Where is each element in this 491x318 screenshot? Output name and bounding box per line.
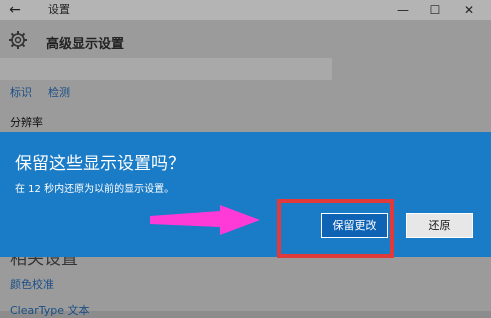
dialog-message: 在 12 秒内还原为以前的显示设置。 [15, 184, 175, 195]
identify-link[interactable]: 标识 [10, 84, 32, 100]
revert-button[interactable]: 还原 [406, 213, 473, 238]
settings-window: ← 设置 — ☐ ✕ 高级显示设置 标识 检测 分辨率 相关设置 颜色校准 Cl… [0, 0, 491, 317]
highlight-box [277, 199, 394, 258]
dialog-title: 保留这些显示设置吗？ [15, 154, 185, 174]
maximize-button[interactable]: ☐ [423, 0, 447, 20]
gear-icon [9, 31, 27, 49]
detect-link[interactable]: 检测 [48, 84, 70, 100]
color-calibration-link[interactable]: 颜色校准 [10, 276, 54, 292]
display-preview-panel [0, 58, 332, 80]
pointer-arrow-icon [150, 205, 260, 235]
page-title: 高级显示设置 [46, 37, 125, 52]
resolution-label: 分辨率 [10, 116, 43, 129]
title-bar: ← 设置 — ☐ ✕ [0, 0, 491, 20]
minimize-button[interactable]: — [391, 0, 415, 20]
close-button[interactable]: ✕ [457, 0, 481, 20]
cleartype-link[interactable]: ClearType 文本 [10, 302, 90, 318]
window-title: 设置 [48, 3, 70, 16]
back-arrow-icon[interactable]: ← [6, 1, 24, 19]
